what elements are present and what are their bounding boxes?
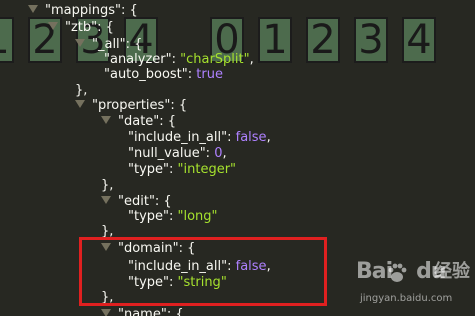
digit-tile: 4 — [402, 17, 436, 63]
json-line-include-in-all: "include_in_all": false, — [128, 130, 271, 145]
json-line-type: "type": "long" — [128, 209, 218, 224]
json-line-name[interactable]: "name": { — [101, 306, 184, 316]
digit-tile: 1 — [258, 17, 292, 63]
highlight-box — [79, 237, 327, 306]
json-line-properties[interactable]: "properties": { — [75, 97, 187, 114]
collapse-triangle-icon[interactable] — [101, 309, 111, 316]
digit-tile: 1 — [0, 17, 14, 63]
json-line-date[interactable]: "date": { — [101, 113, 176, 130]
json-viewer: 1 2 3 4 0 1 2 3 4 "mappings": { "ztb": {… — [0, 0, 475, 316]
collapse-triangle-icon[interactable] — [75, 39, 85, 47]
collapse-triangle-icon[interactable] — [101, 116, 111, 124]
json-line-auto-boost: "auto_boost": true — [104, 67, 223, 82]
json-line-close: }, — [101, 178, 114, 193]
watermark-url: jingyan.baidu.com — [360, 293, 453, 304]
collapse-triangle-icon[interactable] — [48, 22, 58, 30]
collapse-triangle-icon[interactable] — [28, 5, 38, 13]
paw-icon — [388, 263, 407, 282]
jingyan-label: 经验 — [434, 261, 470, 282]
digit-tile: 2 — [306, 17, 340, 63]
collapse-triangle-icon[interactable] — [75, 100, 85, 108]
json-line-null-value: "null_value": 0, — [128, 146, 227, 161]
collapse-triangle-icon[interactable] — [101, 196, 111, 204]
json-line-mappings[interactable]: "mappings": { — [28, 2, 138, 19]
digit-tile: 3 — [354, 17, 388, 63]
json-line-ztb[interactable]: "ztb": { — [48, 19, 114, 36]
json-line-type: "type": "integer" — [128, 162, 237, 177]
baidu-jingyan-watermark: Bai du 经验 jingyan.baidu.com — [356, 258, 471, 312]
